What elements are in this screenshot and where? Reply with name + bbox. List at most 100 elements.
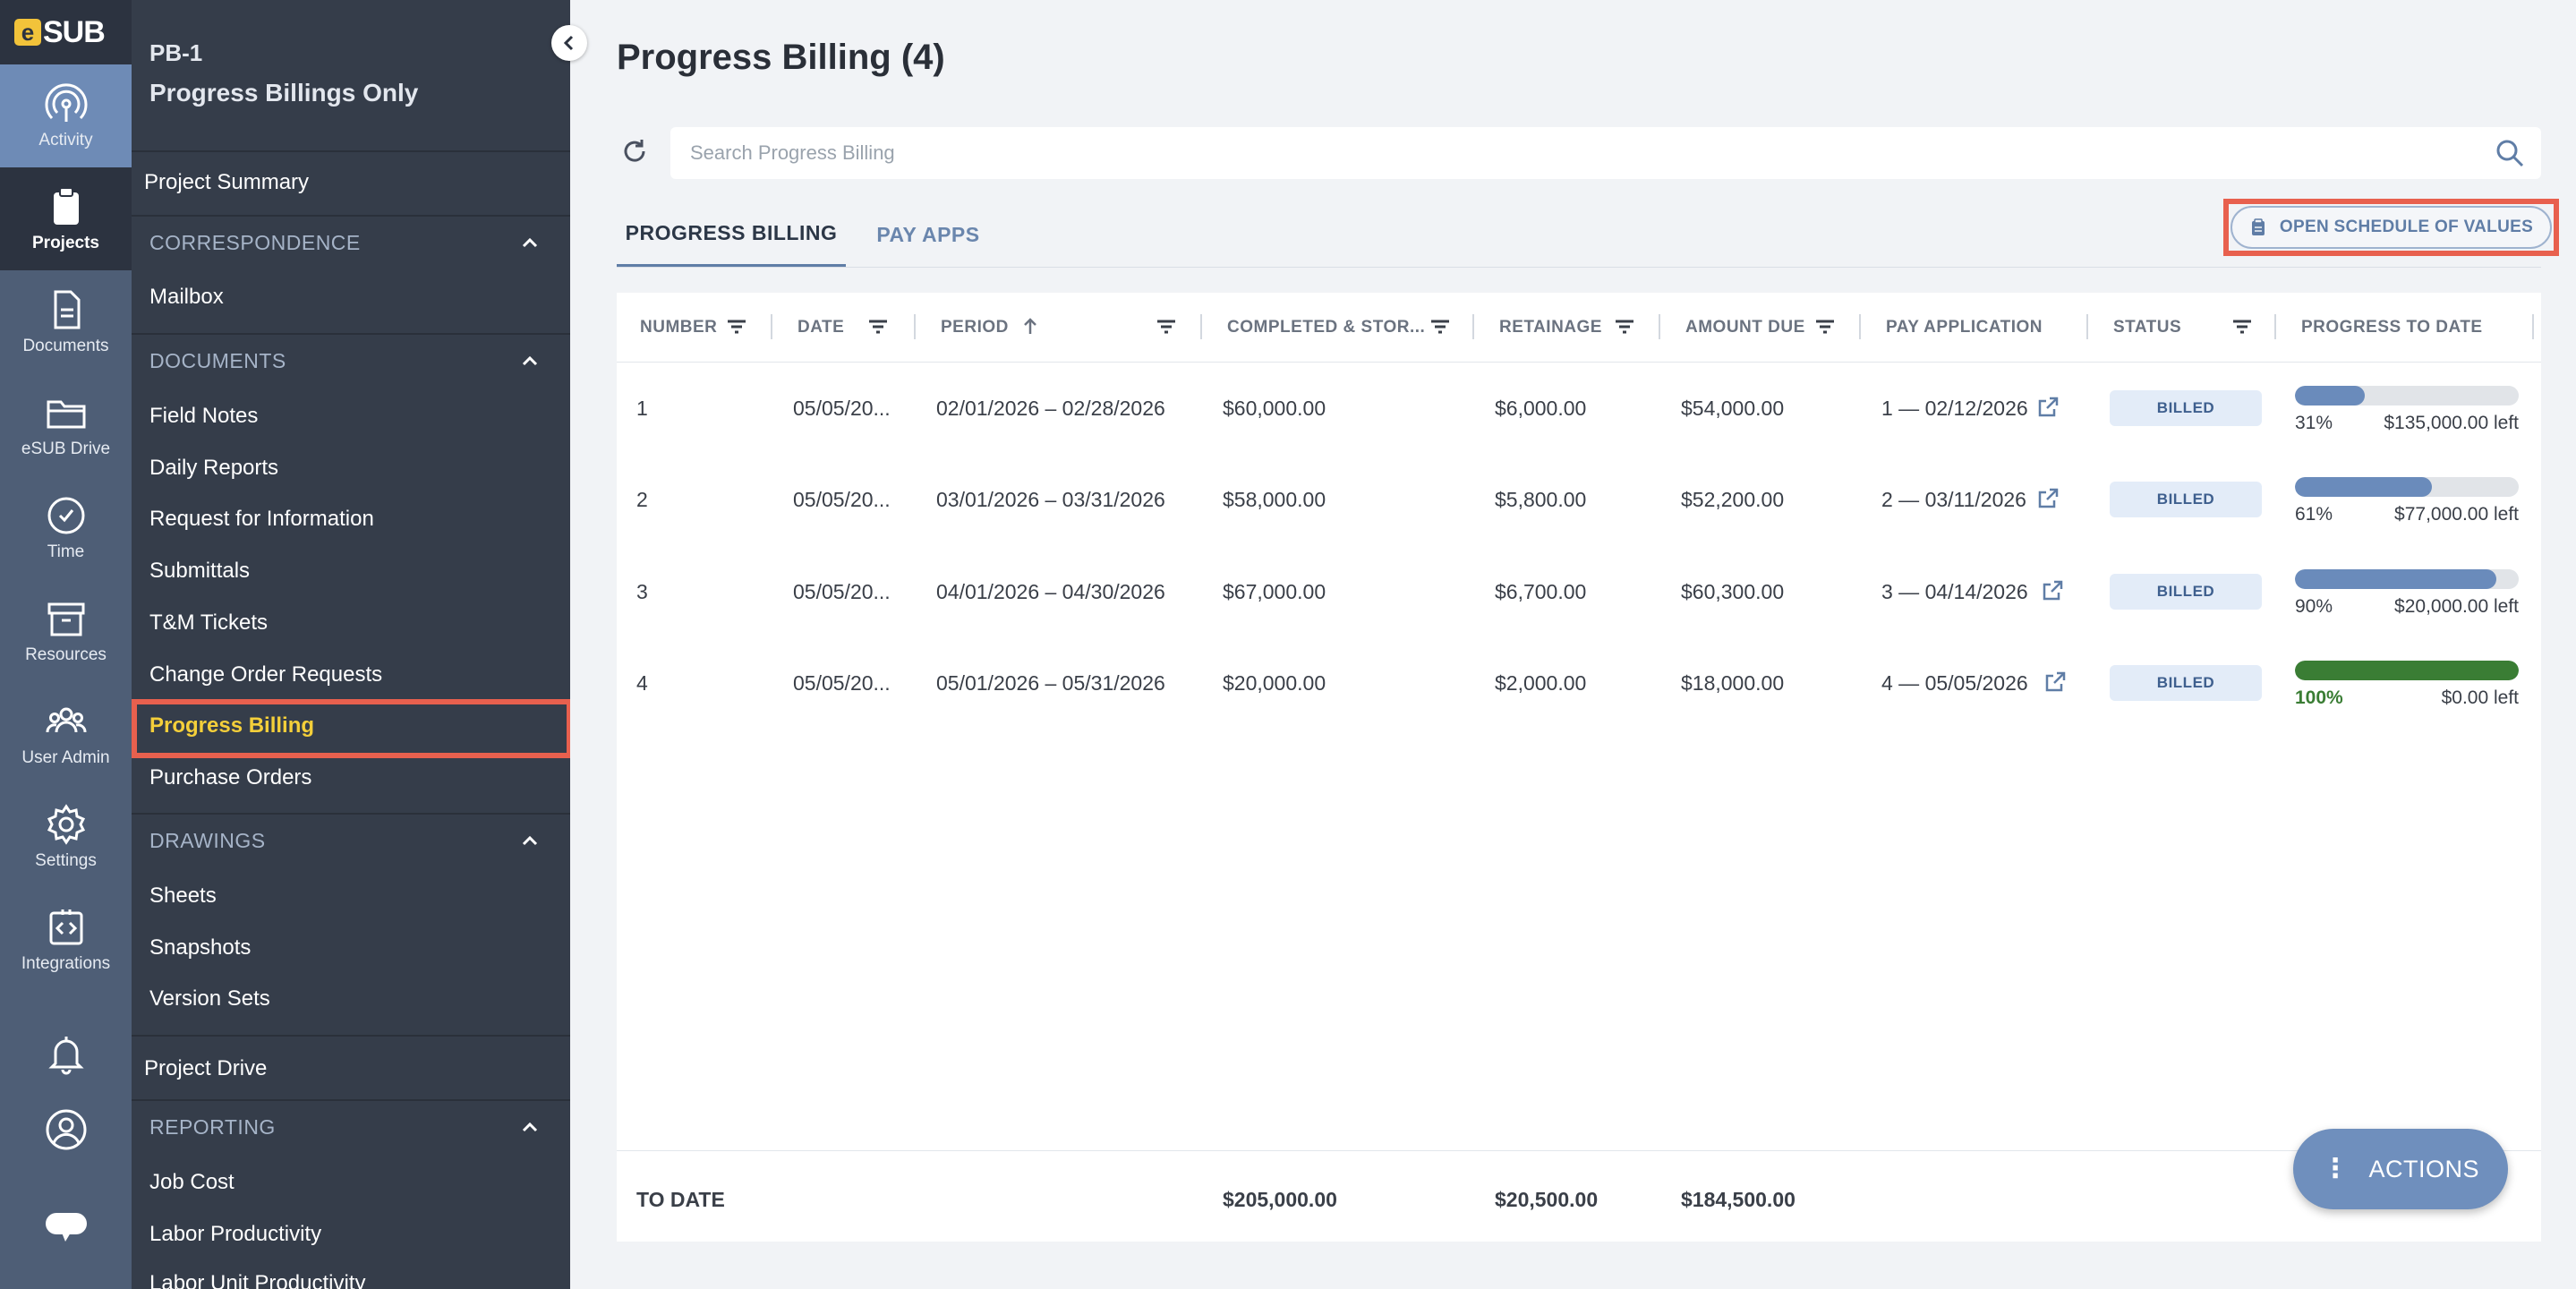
cell-number: 2: [636, 488, 648, 511]
sidebar-item-tm-tickets[interactable]: T&M Tickets: [149, 610, 268, 636]
filter-icon[interactable]: [2230, 314, 2255, 339]
refresh-icon[interactable]: [619, 136, 650, 166]
filter-icon[interactable]: [1154, 314, 1179, 339]
open-schedule-of-values-button[interactable]: OPEN SCHEDULE OF VALUES: [2231, 206, 2552, 249]
cell-retainage: $6,700.00: [1495, 580, 1587, 603]
column-header-period[interactable]: PERIOD: [941, 293, 1009, 362]
rail-label-activity: Activity: [38, 130, 93, 149]
progress-bar: [2295, 661, 2519, 680]
filter-icon[interactable]: [1612, 314, 1637, 339]
code-icon: [49, 909, 82, 944]
cell-pay-application[interactable]: 2 — 03/11/2026: [1881, 488, 2026, 512]
cell-pay-application[interactable]: 4 — 05/05/2026: [1881, 671, 2028, 696]
chevron-left-icon: [563, 35, 574, 51]
rail-esub-drive[interactable]: eSUB Drive: [0, 373, 132, 476]
profile-button[interactable]: [0, 1107, 132, 1152]
cell-period: 04/01/2026 – 04/30/2026: [936, 580, 1165, 603]
document-icon: [54, 290, 80, 329]
page-title: Progress Billing (4): [617, 38, 945, 77]
sidebar-item-purchase-orders[interactable]: Purchase Orders: [149, 765, 311, 790]
filter-icon[interactable]: [1428, 314, 1453, 339]
cell-amount-due: $52,200.00: [1681, 488, 1785, 511]
sidebar-item-project-drive[interactable]: Project Drive: [144, 1056, 267, 1081]
tab-progress-billing[interactable]: PROGRESS BILLING: [617, 201, 846, 268]
column-header-date[interactable]: DATE: [798, 293, 844, 362]
logo-mark: e: [14, 19, 41, 46]
chevron-up-icon[interactable]: [518, 349, 542, 372]
sidebar-item-submittals[interactable]: Submittals: [149, 559, 250, 584]
open-external-icon[interactable]: [2041, 579, 2064, 602]
column-header-retainage[interactable]: RETAINAGE: [1499, 293, 1602, 362]
rail-settings[interactable]: Settings: [0, 785, 132, 888]
rail-projects[interactable]: Projects: [0, 167, 132, 270]
progress-bar-fill: [2295, 386, 2365, 405]
progress-remaining: $135,000.00 left: [2384, 413, 2519, 433]
sidebar-item-project-summary[interactable]: Project Summary: [144, 170, 309, 195]
sidebar-item-field-notes[interactable]: Field Notes: [149, 404, 258, 429]
column-separator: [1472, 314, 1474, 339]
column-header-amount-due[interactable]: AMOUNT DUE: [1685, 293, 1805, 362]
box-icon: [47, 602, 84, 636]
column-header-pay-application[interactable]: PAY APPLICATION: [1886, 293, 2043, 362]
chevron-up-icon[interactable]: [518, 1115, 542, 1139]
sidebar-item-sheets[interactable]: Sheets: [149, 884, 217, 909]
open-external-icon[interactable]: [2036, 487, 2060, 510]
sidebar-item-rfi[interactable]: Request for Information: [149, 507, 374, 532]
cell-date: 05/05/20...: [793, 488, 891, 511]
cell-pay-application[interactable]: 3 — 04/14/2026: [1881, 580, 2028, 604]
chevron-up-icon[interactable]: [518, 231, 542, 254]
section-correspondence: CORRESPONDENCE: [149, 231, 361, 254]
progress-percent: 61%: [2295, 504, 2333, 525]
sidebar-item-daily-reports[interactable]: Daily Reports: [149, 456, 278, 481]
chevron-up-icon[interactable]: [518, 829, 542, 852]
rail-documents[interactable]: Documents: [0, 270, 132, 373]
sidebar-item-version-sets[interactable]: Version Sets: [149, 986, 270, 1012]
collapse-sidebar-button[interactable]: [551, 25, 587, 61]
sidebar-item-progress-billing[interactable]: Progress Billing: [149, 713, 314, 738]
progress-billing-table: NUMBER DATE PERIOD COMPLETED & STOR... R…: [617, 293, 2541, 1242]
filter-icon[interactable]: [1813, 314, 1838, 339]
column-header-progress-to-date[interactable]: PROGRESS TO DATE: [2301, 293, 2483, 362]
filter-icon[interactable]: [724, 314, 749, 339]
cell-pay-application[interactable]: 1 — 02/12/2026: [1881, 397, 2028, 421]
tab-pay-apps[interactable]: PAY APPS: [857, 201, 1000, 268]
chat-button[interactable]: [0, 1204, 132, 1249]
sidebar-item-labor-unit-productivity[interactable]: Labor Unit Productivity: [149, 1271, 365, 1289]
users-icon: [46, 707, 86, 732]
open-external-icon[interactable]: [2036, 396, 2060, 419]
sort-ascending-icon[interactable]: [1018, 314, 1043, 339]
footer-label: TO DATE: [636, 1188, 725, 1211]
rail-label-settings: Settings: [35, 850, 97, 870]
progress-bar-fill: [2295, 477, 2432, 497]
rail-activity[interactable]: Activity: [0, 64, 132, 167]
rail-time[interactable]: Time: [0, 476, 132, 579]
sidebar-item-snapshots[interactable]: Snapshots: [149, 935, 251, 960]
status-badge: BILLED: [2110, 390, 2262, 426]
rail-integrations[interactable]: Integrations: [0, 888, 132, 991]
cell-retainage: $2,000.00: [1495, 671, 1587, 695]
search-input[interactable]: [670, 127, 2495, 179]
cell-completed: $58,000.00: [1223, 488, 1326, 511]
cell-amount-due: $54,000.00: [1681, 397, 1785, 420]
rail-resources[interactable]: Resources: [0, 579, 132, 682]
column-header-completed-stored[interactable]: COMPLETED & STOR...: [1227, 293, 1425, 362]
open-external-icon[interactable]: [2043, 670, 2067, 694]
status-badge: BILLED: [2110, 482, 2262, 517]
rail-user-admin[interactable]: User Admin: [0, 682, 132, 785]
chat-icon: [45, 1213, 87, 1242]
sov-button-label: OPEN SCHEDULE OF VALUES: [2279, 218, 2534, 236]
rail-label-documents: Documents: [22, 336, 109, 355]
column-header-number[interactable]: NUMBER: [640, 293, 717, 362]
sidebar-item-labor-productivity[interactable]: Labor Productivity: [149, 1222, 321, 1247]
search-icon[interactable]: [2495, 138, 2525, 168]
notifications-button[interactable]: [0, 1031, 132, 1076]
sidebar-item-job-cost[interactable]: Job Cost: [149, 1170, 235, 1195]
sidebar-item-change-order-requests[interactable]: Change Order Requests: [149, 662, 382, 687]
filter-icon[interactable]: [866, 314, 891, 339]
actions-button[interactable]: ⋮ ACTIONS: [2293, 1129, 2508, 1209]
cell-date: 05/05/20...: [793, 397, 891, 420]
column-header-status[interactable]: STATUS: [2113, 293, 2181, 362]
esub-logo[interactable]: e SUB: [0, 0, 132, 64]
sidebar-item-mailbox[interactable]: Mailbox: [149, 285, 224, 310]
progress-remaining: $0.00 left: [2441, 687, 2519, 708]
